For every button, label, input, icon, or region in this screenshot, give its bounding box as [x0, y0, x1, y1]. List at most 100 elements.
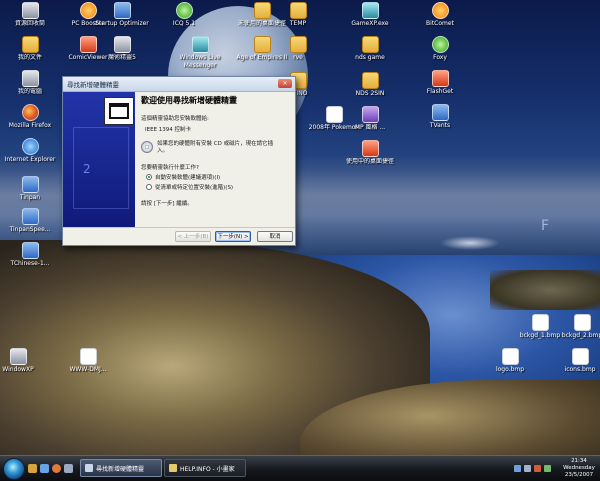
- start-button[interactable]: [3, 458, 25, 480]
- desktop-icon-label: 使用中的桌面捷徑: [345, 158, 394, 165]
- cd-prompt: 如果您的硬體附有安裝 CD 或磁片，現在請它插入。: [157, 141, 274, 154]
- desktop-icon-startup-optimizer[interactable]: Startup Optimizer: [92, 2, 152, 36]
- tray-app-icon[interactable]: [544, 465, 551, 472]
- wizard-button-bar: < 上一步(B) 下一步(N) > 取消: [63, 227, 295, 246]
- desktop-icon-label: Windows Live Messenger: [179, 54, 221, 69]
- quick-launch-ie-icon[interactable]: [40, 464, 49, 473]
- back-button[interactable]: < 上一步(B): [175, 231, 211, 242]
- tvants-icon: [431, 104, 449, 121]
- messenger-icon: [191, 36, 209, 53]
- desktop-icon-label: WWW-DMJ...: [69, 366, 107, 373]
- desktop-icon-label: Internet Explorer: [4, 156, 56, 163]
- folder-icon: [289, 2, 307, 19]
- desktop-icon-recycle-bin[interactable]: 資源回收筒: [0, 2, 60, 28]
- cd-prompt-row: 如果您的硬體附有安裝 CD 或磁片，現在請它插入。: [141, 141, 293, 155]
- desktop-icon-bitcomet[interactable]: BitComet: [410, 2, 470, 28]
- taskbar-clock[interactable]: 21:34 Wednesday 23/5/2007: [561, 458, 597, 479]
- desktop-icon-temp-folder[interactable]: TEMP: [268, 2, 328, 28]
- tchinese-installer-icon: [21, 242, 39, 259]
- desktop-icon-firefox[interactable]: Mozilla Firefox: [0, 104, 60, 138]
- tray-volume-icon[interactable]: [524, 465, 531, 472]
- option-label: 自動安裝軟體(建議選項)(I): [155, 175, 221, 181]
- tray-network-icon[interactable]: [514, 465, 521, 472]
- quick-launch-firefox-icon[interactable]: [52, 464, 61, 473]
- bitmap-file-icon: [531, 314, 549, 331]
- desktop-icon-label: 資源回收筒: [14, 20, 45, 27]
- startup-optimizer-icon: [113, 2, 131, 19]
- radio-button[interactable]: [146, 174, 152, 180]
- wizard-side-graphic: [73, 127, 129, 209]
- desktop-icon-icq[interactable]: ICQ 5.1: [154, 2, 214, 28]
- clock-time: 21:34: [571, 458, 587, 464]
- option-install-from-list[interactable]: 從清單或特定位置安裝(進階)(S): [146, 183, 293, 191]
- desktop-icon-label: 我的文件: [17, 54, 42, 61]
- taskbar-task-paint[interactable]: HELP.INFO - 小畫家: [164, 459, 246, 477]
- wizard-task-icon: [85, 464, 93, 472]
- desktop-icon-label: 我的電腦: [17, 88, 42, 95]
- desktop-icon-tvants[interactable]: TVants: [410, 104, 470, 130]
- desktop-icon-messenger[interactable]: Windows Live Messenger: [170, 36, 230, 70]
- desktop-icon-label: Mozilla Firefox: [8, 122, 52, 129]
- desktop-icon-tchinese-installer[interactable]: TChinese-1...: [0, 242, 60, 268]
- desktop-icon-bckgd-2[interactable]: bckgd_2.bmp: [552, 314, 600, 340]
- background-rock: [490, 270, 600, 310]
- wizard-question: 您要精靈執行什麼工作?: [141, 165, 199, 171]
- quick-launch-folder-icon[interactable]: [28, 464, 37, 473]
- desktop-icon-label: Tinpan: [19, 194, 41, 201]
- desktop-icon-nds-game-folder[interactable]: nds game: [340, 36, 400, 62]
- desktop-icon-active-shortcuts[interactable]: 使用中的桌面捷徑: [340, 140, 400, 174]
- desktop-icon-rve-folder[interactable]: rve: [268, 36, 328, 62]
- desktop-icon-my-documents[interactable]: 我的文件: [0, 36, 60, 62]
- desktop-icon-windowxp[interactable]: WindowXP: [0, 348, 48, 374]
- desktop-icon-tinpan-speed[interactable]: TinpanSpee...: [0, 208, 60, 234]
- desktop-icon-tinpan[interactable]: Tinpan: [0, 176, 60, 202]
- desktop-icon-label: bckgd_2.bmp: [561, 332, 600, 339]
- desktop-icon-flashget[interactable]: FlashGet: [410, 70, 470, 96]
- quick-launch-desktop-icon[interactable]: [64, 464, 73, 473]
- desktop-icon-label: FlashGet: [426, 88, 454, 95]
- close-icon[interactable]: ×: [278, 79, 292, 88]
- background-cloud: [440, 236, 500, 250]
- task-label: 尋找新增硬體精靈: [96, 465, 145, 473]
- desktop-icon-nds-2sin-folder[interactable]: NDS 2SIN: [340, 72, 400, 98]
- flashget-icon: [431, 70, 449, 87]
- document-icon: [79, 348, 97, 365]
- cd-icon: [141, 141, 153, 153]
- background-letter: F: [541, 218, 550, 234]
- cancel-button[interactable]: 取消: [257, 231, 293, 242]
- desktop-icon-internet-explorer[interactable]: Internet Explorer: [0, 138, 60, 172]
- option-install-automatically[interactable]: 自動安裝軟體(建議選項)(I): [146, 173, 293, 181]
- desktop-icon-www-document[interactable]: WWW-DMJ...: [58, 348, 118, 374]
- found-new-hardware-wizard: 尋找新增硬體精靈 × 2 歡迎使用尋找新增硬體精靈 這個精靈協助您安裝軟體給: …: [62, 76, 296, 246]
- desktop-icon-my-computer[interactable]: 我的電腦: [0, 70, 60, 96]
- desktop-icon-mp-style[interactable]: MP 風格 ...: [340, 106, 400, 132]
- desktop-icon-label: nds game: [355, 54, 385, 61]
- taskbar-task-wizard[interactable]: 尋找新增硬體精靈: [80, 459, 162, 477]
- desktop-icon-label: NDS 2SIN: [355, 90, 385, 97]
- desktop-icon-label: Startup Optimizer: [95, 20, 149, 27]
- desktop-icon-gamexp[interactable]: GameXP.exe: [340, 2, 400, 28]
- desktop-icon-label: TEMP: [289, 20, 307, 27]
- tray-app-icon[interactable]: [534, 465, 541, 472]
- desktop-icon-label: icons.bmp: [564, 366, 596, 373]
- desktop-icon-label: logo.bmp: [495, 366, 525, 373]
- desktop-icon-logo-bmp[interactable]: logo.bmp: [480, 348, 540, 374]
- desktop-icon-magic-wizard[interactable]: 魔術精靈5: [92, 36, 152, 62]
- wizard-titlebar[interactable]: 尋找新增硬體精靈 ×: [63, 77, 295, 92]
- folder-icon: [361, 36, 379, 53]
- desktop-icon-foxy[interactable]: Foxy: [410, 36, 470, 62]
- icq-icon: [175, 2, 193, 19]
- next-button[interactable]: 下一步(N) >: [215, 231, 251, 242]
- wizard-side-number: 2: [83, 162, 91, 176]
- desktop-icon-label: 魔術精靈5: [108, 54, 136, 61]
- desktop-icon-icons-bmp[interactable]: icons.bmp: [550, 348, 600, 374]
- magic-wizard-icon: [113, 36, 131, 53]
- tinpan-speed-icon: [21, 208, 39, 225]
- desktop-icon-label: TinpanSpee...: [9, 226, 51, 233]
- wizard-intro: 這個精靈協助您安裝軟體給:: [141, 116, 209, 122]
- desktop-icon-label: TVants: [429, 122, 451, 129]
- radio-button[interactable]: [146, 184, 152, 190]
- paint-task-icon: [169, 464, 177, 472]
- device-name: IEEE 1394 控制卡: [145, 127, 192, 133]
- next-hint: 請按 [下一步] 繼續。: [141, 201, 193, 207]
